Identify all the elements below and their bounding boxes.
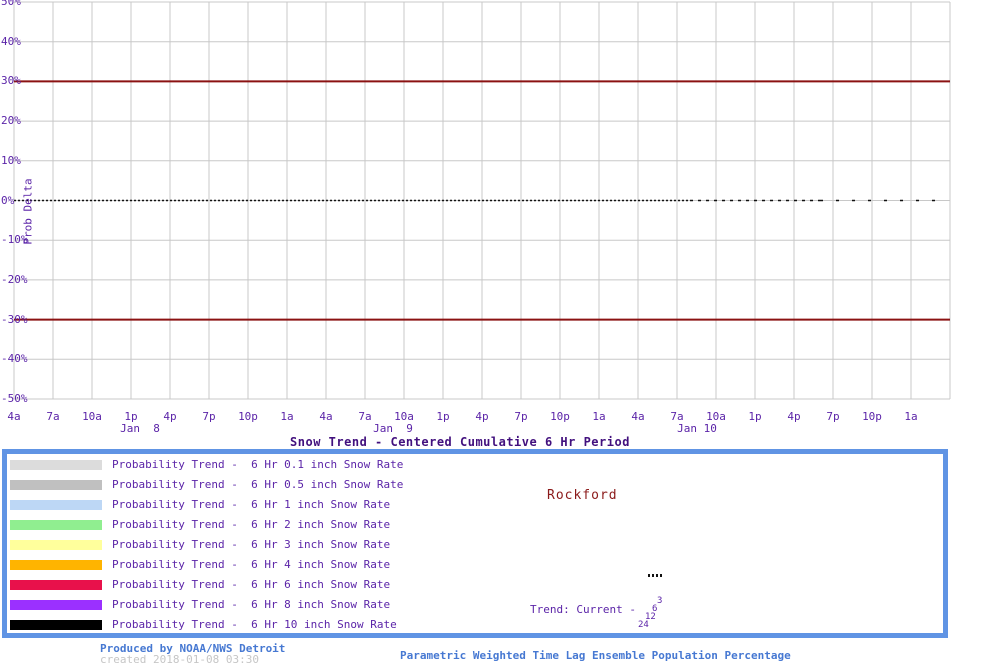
legend-swatch [10,560,102,570]
legend-box: Probability Trend - 6 Hr 0.1 inch Snow R… [2,449,948,638]
y-tick-label: 50% [1,0,21,8]
chart-plot-grid [13,1,951,400]
legend-row: Probability Trend - 6 Hr 1 inch Snow Rat… [7,498,390,512]
x-tick-label: 1p [436,410,450,423]
legend-row: Probability Trend - 6 Hr 4 inch Snow Rat… [7,558,390,572]
legend-row: Probability Trend - 6 Hr 2 inch Snow Rat… [7,518,390,532]
x-tick-label: 10p [238,410,258,423]
y-tick-label: 20% [1,114,21,128]
y-tick-label: 40% [1,34,21,48]
legend-swatch [10,580,102,590]
location-label: Rockford [547,488,618,503]
dot-icon [660,574,662,577]
legend-row: Probability Trend - 6 Hr 6 inch Snow Rat… [7,578,390,592]
x-tick-label: 7p [826,410,840,423]
legend-label: Probability Trend - 6 Hr 0.1 inch Snow R… [112,458,404,471]
probability-trend-chart: 50% 40% 30% 20% 10% 0% -10% -20% -30% -40% -50% Pr… [0,0,1000,450]
legend-row: Probability Trend - 6 Hr 10 inch Snow Ra… [7,618,397,632]
legend-swatch [10,460,102,470]
x-tick-label: 7p [202,410,216,423]
legend-label: Probability Trend - 6 Hr 3 inch Snow Rat… [112,538,391,551]
x-tick-label: 1a [904,410,918,423]
trend-current-label: Trend: Current - [530,603,636,616]
legend-label: Probability Trend - 6 Hr 10 inch Snow Ra… [112,618,397,631]
legend-swatch [10,600,102,610]
trend-hour-marker: 24 [638,620,649,630]
y-tick-label: -40% [1,352,28,366]
legend-label: Probability Trend - 6 Hr 2 inch Snow Rat… [112,518,391,531]
day-label: Jan 10 [677,422,717,435]
trend-dots-icon [648,574,662,577]
x-tick-label: 4p [787,410,801,423]
legend-label: Probability Trend - 6 Hr 1 inch Snow Rat… [112,498,391,511]
legend-inner: Probability Trend - 6 Hr 0.1 inch Snow R… [7,454,943,633]
legend-swatch [10,480,102,490]
trend-hour-marker: 3 [657,596,663,606]
x-tick-label: 4a [319,410,333,423]
y-tick-label: 10% [1,153,21,167]
legend-row: Probability Trend - 6 Hr 0.5 inch Snow R… [7,478,403,492]
legend-label: Probability Trend - 6 Hr 6 inch Snow Rat… [112,578,391,591]
dot-icon [648,574,650,577]
legend-label: Probability Trend - 6 Hr 0.5 inch Snow R… [112,478,404,491]
legend-label: Probability Trend - 6 Hr 4 inch Snow Rat… [112,558,391,571]
y-tick-label: -50% [1,392,28,405]
legend-row: Probability Trend - 6 Hr 0.1 inch Snow R… [7,458,403,472]
legend-swatch [10,520,102,530]
snow-trend-page: 50% 40% 30% 20% 10% 0% -10% -20% -30% -40% -50% Pr… [0,0,1000,670]
dot-icon [656,574,658,577]
y-tick-label: 30% [1,74,21,88]
x-tick-label: 1p [748,410,762,423]
x-tick-label: 1a [592,410,606,423]
x-tick-label: 4a [631,410,645,423]
legend-swatch [10,540,102,550]
x-tick-label: 10p [550,410,570,423]
dot-icon [652,574,654,577]
day-label: Jan 8 [120,422,160,435]
y-tick-label: -30% [1,312,28,326]
legend-swatch [10,500,102,510]
day-label: Jan 9 [373,422,413,435]
chart-title: Snow Trend - Centered Cumulative 6 Hr Pe… [290,435,630,449]
x-tick-label: 10a [82,410,102,423]
footer-created-timestamp: created 2018-01-08 03:30 [100,653,259,666]
legend-swatch [10,620,102,630]
x-tick-label: 4a [7,410,21,423]
legend-row: Probability Trend - 6 Hr 8 inch Snow Rat… [7,598,390,612]
y-tick-label: -20% [1,272,28,286]
x-tick-label: 7p [514,410,528,423]
x-tick-label: 1a [280,410,294,423]
y-axis-title: Prob Delta [21,178,35,245]
legend-label: Probability Trend - 6 Hr 8 inch Snow Rat… [112,598,391,611]
footer-description: Parametric Weighted Time Lag Ensemble Po… [400,649,791,662]
legend-row: Probability Trend - 6 Hr 3 inch Snow Rat… [7,538,390,552]
x-tick-label: 4p [475,410,489,423]
x-tick-label: 7a [46,410,60,423]
x-tick-label: 10p [862,410,882,423]
